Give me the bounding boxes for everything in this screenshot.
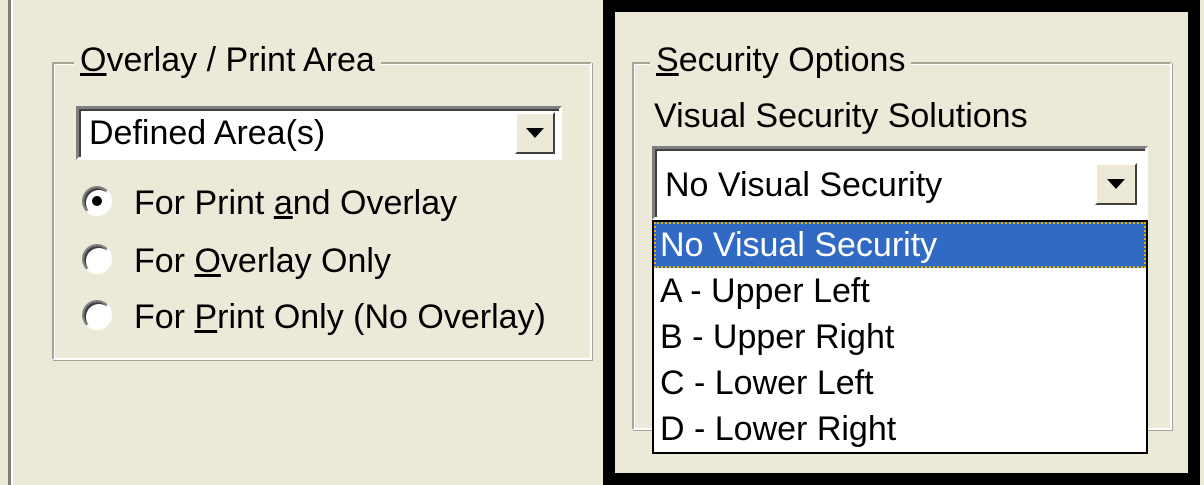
label-part: rint Only (No Overlay) [217, 298, 546, 336]
radio-print-and-overlay[interactable] [82, 186, 112, 216]
label-part: nd Overlay [292, 184, 458, 222]
security-group-legend: Security Options [650, 40, 912, 80]
label-mnemonic: P [194, 298, 218, 336]
visual-security-combo[interactable]: No Visual Security [652, 146, 1148, 220]
list-item[interactable]: B - Upper Right [654, 314, 1146, 360]
label-part: For Print [134, 184, 274, 222]
chevron-down-icon [526, 128, 544, 138]
window-edge-light [11, 0, 13, 485]
radio-print-and-overlay-label[interactable]: For Print and Overlay [134, 183, 457, 223]
label-part: verlay Only [220, 242, 391, 280]
radio-print-only[interactable] [82, 300, 112, 330]
overlay-area-combo-value: Defined Area(s) [89, 114, 326, 152]
list-item[interactable]: D - Lower Right [654, 406, 1146, 452]
radio-overlay-only[interactable] [82, 244, 112, 274]
overlay-legend-rest: verlay / Print Area [106, 41, 375, 79]
radio-print-only-label[interactable]: For Print Only (No Overlay) [134, 297, 546, 337]
overlay-legend-mnemonic: O [80, 41, 107, 79]
security-legend-rest: ecurity Options [678, 41, 906, 79]
list-item[interactable]: A - Upper Left [654, 268, 1146, 314]
overlay-area-dropdown-button[interactable] [515, 112, 555, 154]
overlay-group-legend: Overlay / Print Area [74, 40, 381, 80]
list-item[interactable]: C - Lower Left [654, 360, 1146, 406]
label-part: For [134, 242, 195, 280]
security-legend-mnemonic: S [656, 41, 679, 79]
visual-security-dropdown-button[interactable] [1095, 163, 1137, 205]
list-item[interactable]: No Visual Security [654, 222, 1146, 268]
chevron-down-icon [1107, 179, 1125, 189]
radio-overlay-only-label[interactable]: For Overlay Only [134, 241, 391, 281]
label-part: For [134, 298, 195, 336]
label-mnemonic: O [194, 242, 221, 280]
visual-security-dropdown-list: No Visual Security A - Upper Left B - Up… [652, 220, 1148, 454]
radio-selected-dot [92, 196, 102, 206]
label-mnemonic: a [273, 184, 293, 222]
overlay-area-combo[interactable]: Defined Area(s) [76, 106, 562, 160]
visual-security-label: Visual Security Solutions [654, 97, 1028, 135]
visual-security-combo-value: No Visual Security [665, 166, 943, 204]
